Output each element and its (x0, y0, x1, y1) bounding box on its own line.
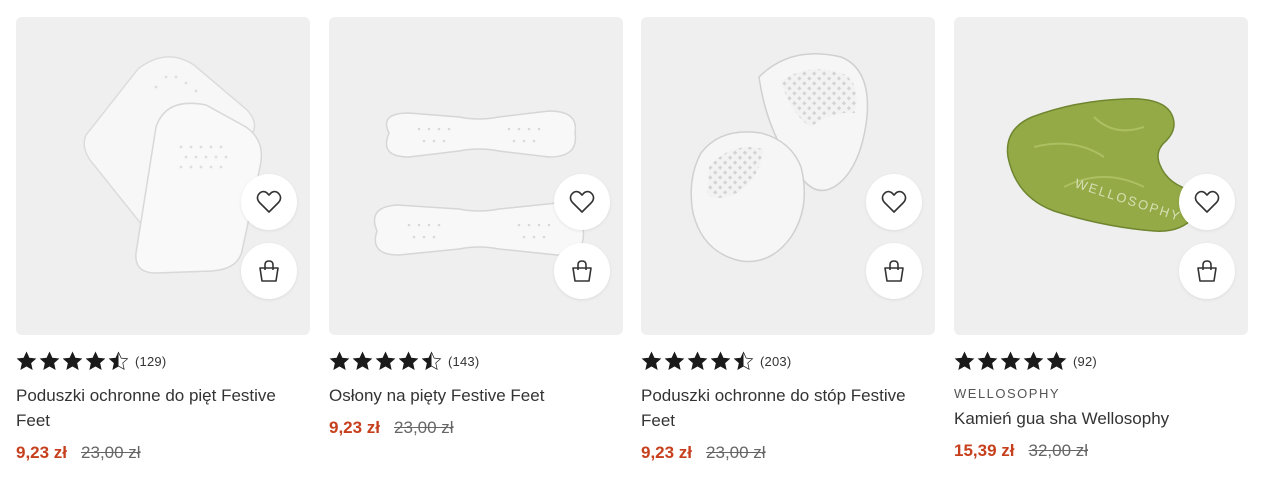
product-grid: (129) Poduszki ochronne do pięt Festive … (0, 0, 1263, 499)
stars (641, 351, 754, 371)
rating: (92) (954, 351, 1248, 371)
review-count: (143) (448, 353, 480, 369)
star-half-icon (733, 351, 754, 370)
product-card[interactable]: (143) Osłony na pięty Festive Feet 9,23 … (329, 17, 623, 438)
star-full-icon (352, 351, 373, 370)
star-full-icon (977, 351, 998, 370)
original-price: 23,00 zł (394, 418, 454, 437)
product-title[interactable]: Osłony na pięty Festive Feet (329, 383, 623, 408)
original-price: 23,00 zł (706, 443, 766, 462)
shopping-bag-icon (1197, 260, 1217, 282)
star-full-icon (329, 351, 350, 370)
star-full-icon (398, 351, 419, 370)
product-brand[interactable]: WELLOSOPHY (954, 386, 1248, 401)
product-image[interactable]: WELLOSOPHY (954, 17, 1248, 335)
add-to-cart-button[interactable] (554, 243, 610, 299)
rating: (129) (16, 351, 310, 371)
shopping-bag-icon (884, 260, 904, 282)
star-full-icon (1046, 351, 1067, 370)
product-image[interactable] (641, 17, 935, 335)
original-price: 32,00 zł (1028, 441, 1089, 460)
wishlist-button[interactable] (241, 174, 297, 230)
star-full-icon (16, 351, 37, 370)
heart-icon (881, 190, 907, 213)
star-half-icon (421, 351, 442, 370)
star-half-icon (108, 351, 129, 370)
star-full-icon (85, 351, 106, 370)
sale-price: 9,23 zł (641, 443, 693, 462)
sale-price: 9,23 zł (329, 418, 381, 437)
star-full-icon (710, 351, 731, 370)
product-image[interactable] (16, 17, 310, 335)
original-price: 23,00 zł (81, 443, 141, 462)
rating: (203) (641, 351, 935, 371)
price-block: 9,23 zł 23,00 zł (641, 443, 935, 463)
product-card[interactable]: WELLOSOPHY (92) WELLOSOPHY Kamień gua sh… (954, 17, 1248, 461)
sale-price: 15,39 zł (954, 441, 1015, 460)
price-block: 9,23 zł 23,00 zł (16, 443, 310, 463)
wishlist-button[interactable] (554, 174, 610, 230)
wishlist-button[interactable] (1179, 174, 1235, 230)
product-title[interactable]: Kamień gua sha Wellosophy (954, 406, 1248, 431)
product-title[interactable]: Poduszki ochronne do pięt Festive Feet (16, 383, 310, 433)
review-count: (92) (1073, 353, 1097, 369)
price-block: 9,23 zł 23,00 zł (329, 418, 623, 438)
stars (329, 351, 442, 371)
wishlist-button[interactable] (866, 174, 922, 230)
product-image[interactable] (329, 17, 623, 335)
review-count: (203) (760, 353, 792, 369)
add-to-cart-button[interactable] (866, 243, 922, 299)
heart-icon (1194, 190, 1220, 213)
star-full-icon (687, 351, 708, 370)
shopping-bag-icon (259, 260, 279, 282)
add-to-cart-button[interactable] (241, 243, 297, 299)
star-full-icon (1023, 351, 1044, 370)
stars (954, 351, 1067, 371)
shopping-bag-icon (572, 260, 592, 282)
product-title[interactable]: Poduszki ochronne do stóp Festive Feet (641, 383, 935, 433)
star-full-icon (62, 351, 83, 370)
heart-icon (256, 190, 282, 213)
star-full-icon (954, 351, 975, 370)
star-full-icon (664, 351, 685, 370)
price-block: 15,39 zł 32,00 zł (954, 441, 1248, 461)
star-full-icon (39, 351, 60, 370)
heart-icon (569, 190, 595, 213)
sale-price: 9,23 zł (16, 443, 68, 462)
product-card[interactable]: (203) Poduszki ochronne do stóp Festive … (641, 17, 935, 463)
add-to-cart-button[interactable] (1179, 243, 1235, 299)
review-count: (129) (135, 353, 167, 369)
product-card[interactable]: (129) Poduszki ochronne do pięt Festive … (16, 17, 310, 463)
rating: (143) (329, 351, 623, 371)
star-full-icon (641, 351, 662, 370)
star-full-icon (1000, 351, 1021, 370)
star-full-icon (375, 351, 396, 370)
stars (16, 351, 129, 371)
